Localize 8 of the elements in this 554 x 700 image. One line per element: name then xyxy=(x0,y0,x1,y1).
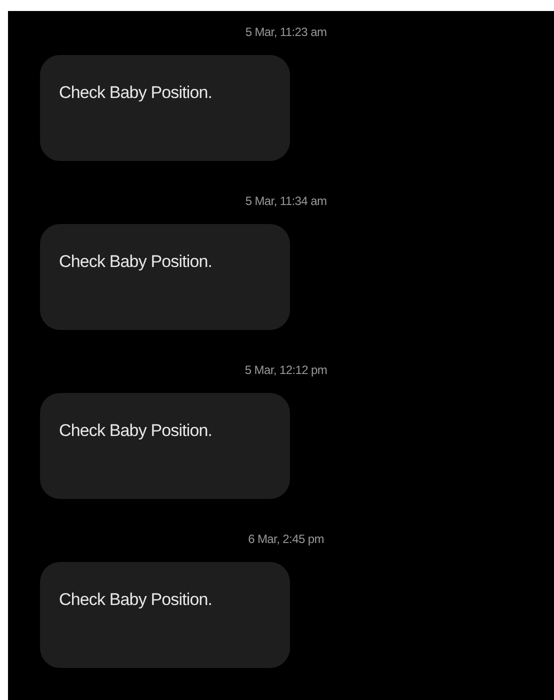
message-text: Check Baby Position. xyxy=(59,421,212,440)
message-text: Check Baby Position. xyxy=(59,590,212,609)
message-timestamp: 5 Mar, 11:34 am xyxy=(245,193,327,209)
message-text: Check Baby Position. xyxy=(59,83,212,102)
message-timestamp: 6 Mar, 2:45 pm xyxy=(248,531,324,547)
message-text: Check Baby Position. xyxy=(59,252,212,271)
message-timestamp: 5 Mar, 11:23 am xyxy=(245,24,327,40)
message-timestamp: 5 Mar, 12:12 pm xyxy=(244,362,328,378)
